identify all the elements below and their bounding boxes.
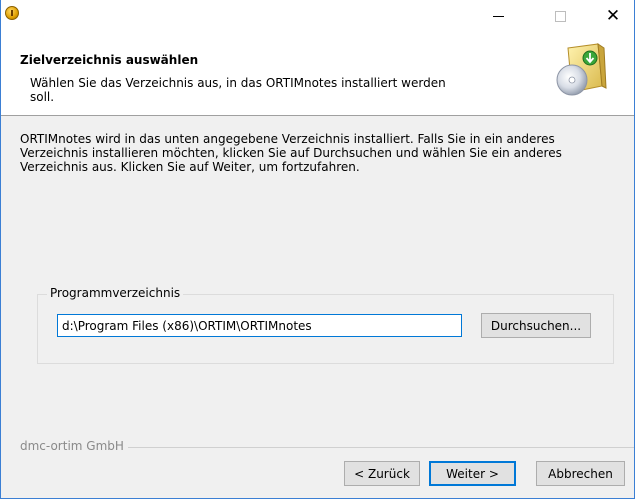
wizard-header: Zielverzeichnis auswählen Wählen Sie das…	[1, 33, 634, 115]
brand-label: dmc-ortim GmbH	[20, 439, 128, 453]
browse-button[interactable]: Durchsuchen...	[481, 313, 591, 338]
next-button[interactable]: Weiter >	[429, 461, 516, 486]
maximize-icon	[554, 11, 566, 22]
footer-divider	[111, 447, 634, 448]
install-disk-icon	[556, 43, 607, 96]
title-bar[interactable]: ✕	[1, 0, 634, 33]
cancel-button[interactable]: Abbrechen	[536, 461, 625, 486]
close-button[interactable]: ✕	[590, 0, 635, 33]
page-title: Zielverzeichnis auswählen	[20, 53, 199, 67]
minimize-button[interactable]	[475, 0, 521, 33]
minimize-icon	[492, 16, 504, 17]
header-separator	[1, 115, 634, 116]
back-button[interactable]: < Zurück	[344, 461, 420, 486]
close-icon: ✕	[605, 6, 621, 26]
maximize-button[interactable]	[537, 0, 583, 33]
page-subtitle: Wählen Sie das Verzeichnis aus, in das O…	[30, 76, 446, 104]
instruction-text: ORTIMnotes wird in das unten angegebene …	[20, 132, 562, 174]
group-label: Programmverzeichnis	[47, 286, 184, 300]
setup-icon	[5, 6, 19, 20]
install-path-input[interactable]	[57, 314, 462, 337]
installer-window: ✕ Zielverzeichnis auswählen Wählen Sie d…	[0, 0, 635, 499]
